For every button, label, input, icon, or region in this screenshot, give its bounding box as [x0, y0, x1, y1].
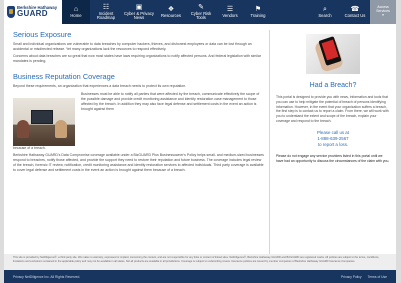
column-divider [269, 30, 270, 254]
office-meeting-image [13, 97, 75, 146]
serious-exposure-paragraph-1: Small and individual organizations are v… [13, 42, 252, 51]
top-navigation: Berkshire Hathaway GUARD ⌂ Home ☷ Incide… [4, 0, 396, 24]
home-icon: ⌂ [73, 5, 79, 13]
nav-incident-roadmap[interactable]: ☷ Incident Roadmap [90, 0, 122, 24]
copyright-text: Privacy NetDiligence Inc. All Rights Res… [13, 274, 81, 279]
logo-guard-word: GUARD [17, 9, 48, 19]
serious-exposure-paragraph-2: Concerns about data breaches are so grea… [13, 54, 261, 64]
phone-icon: ☎ [350, 5, 360, 13]
nav-training[interactable]: ⚑ Training [244, 0, 272, 24]
chevron-down-icon: ▾ [382, 12, 384, 17]
nav-home[interactable]: ⌂ Home [62, 0, 90, 24]
guard-logo[interactable]: Berkshire Hathaway GUARD [4, 0, 62, 24]
nav-vendors[interactable]: ☰ Vendors [216, 0, 244, 24]
terms-of-use-link[interactable]: Terms of Use [368, 275, 387, 279]
roadmap-icon: ☷ [102, 3, 110, 11]
report-loss-contact: Please call us at 1-888-639-2567 to repo… [276, 130, 390, 148]
business-reputation-heading: Business Reputation Coverage [13, 72, 115, 82]
footer-bar: Privacy NetDiligence Inc. All Rights Res… [4, 270, 396, 283]
footer-disclaimer: This site is provided by NetDiligence®, … [4, 254, 396, 270]
privacy-policy-link[interactable]: Privacy Policy [341, 275, 362, 279]
shield-icon [7, 6, 15, 18]
provider-warning: Please do not engage any service provide… [276, 153, 390, 163]
phone-alert-image [306, 34, 360, 74]
nav-right: ⌕ Search ☎ Contact Us Access Services ▾ [310, 0, 396, 24]
serious-exposure-heading: Serious Exposure [13, 30, 72, 39]
resources-icon: ❖ [167, 5, 175, 13]
main-content: Serious Exposure Small and individual or… [13, 30, 265, 176]
nav-cyber-privacy-news[interactable]: ▣ Cyber & Privacy News [122, 0, 156, 24]
nav-search[interactable]: ⌕ Search [310, 0, 340, 24]
search-icon: ⌕ [323, 5, 327, 13]
business-reputation-continued: because of a breach. [13, 145, 46, 150]
nav-contact-us[interactable]: ☎ Contact Us [340, 0, 370, 24]
page: Berkshire Hathaway GUARD ⌂ Home ☷ Incide… [4, 0, 396, 283]
nav-items: ⌂ Home ☷ Incident Roadmap ▣ Cyber & Priv… [62, 0, 310, 24]
nav-cyber-risk-tools[interactable]: ✎ Cyber Risk Tools [186, 0, 216, 24]
nav-resources[interactable]: ❖ Resources [156, 0, 186, 24]
training-icon: ⚑ [254, 5, 262, 13]
business-reputation-intro: Beyond these requirements, an organizati… [13, 84, 187, 89]
business-reputation-media: Businesses must be able to notify all pa… [13, 92, 265, 146]
access-services-button[interactable]: Access Services ▾ [370, 0, 396, 24]
data-compromise-paragraph: Berkshire Hathaway GUARD's Data Compromi… [13, 153, 264, 173]
tools-icon: ✎ [198, 3, 204, 11]
business-reputation-float-text: Businesses must be able to notify all pa… [81, 91, 260, 111]
vendors-icon: ☰ [226, 5, 234, 13]
news-icon: ▣ [135, 3, 143, 11]
had-a-breach-heading: Had a Breach? [309, 82, 357, 89]
breach-sidebar: Had a Breach? This portal is designed to… [276, 30, 390, 166]
breach-info-paragraph: This portal is designed to provide you w… [276, 95, 389, 124]
